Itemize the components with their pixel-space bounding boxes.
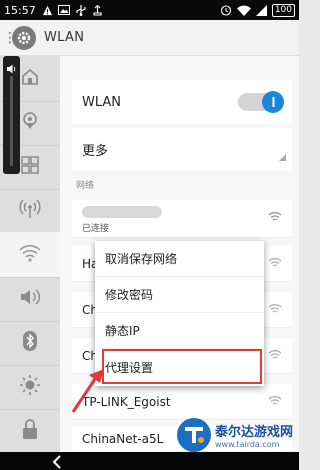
- watermark-url: www.tairda.com: [215, 440, 280, 449]
- site-watermark: 泰尔达游戏网 www.tairda.com: [177, 402, 297, 468]
- alarm-icon: [220, 4, 232, 16]
- watermark-name: 泰尔达游戏网: [215, 425, 294, 440]
- back-arrow-icon[interactable]: [52, 454, 62, 470]
- sidebar-item-hotspot[interactable]: [0, 188, 60, 234]
- wifi-signal-icon: [268, 211, 282, 225]
- more-row[interactable]: 更多: [72, 128, 292, 170]
- status-right-icons: 100: [220, 3, 295, 17]
- status-left-icons: [42, 4, 103, 16]
- network-row-connected[interactable]: 已连接: [72, 200, 292, 238]
- wifi-signal-icon: [268, 349, 282, 363]
- wlan-switch[interactable]: [238, 91, 284, 113]
- corner-indicator-icon: [279, 150, 286, 165]
- bluetooth-icon: [21, 330, 39, 356]
- wifi-signal-icon: [268, 303, 282, 317]
- watermark-logo-icon: [177, 418, 211, 452]
- menu-item-static-ip[interactable]: 静态IP: [95, 313, 264, 349]
- menu-item-forget-network[interactable]: 取消保存网络: [95, 241, 264, 277]
- status-time: 15:57: [4, 3, 36, 17]
- highlight-box: [102, 349, 262, 384]
- lock-icon: [20, 418, 40, 444]
- wlan-label: WLAN: [82, 94, 122, 110]
- wifi-icon: [19, 244, 41, 266]
- connected-status: 已连接: [82, 224, 110, 234]
- wlan-toggle-row[interactable]: WLAN: [72, 80, 292, 124]
- usb-debug-icon: [92, 4, 103, 16]
- sidebar-item-brightness[interactable]: [0, 364, 60, 410]
- settings-gear-icon[interactable]: [12, 25, 36, 50]
- drag-handle-icon[interactable]: ⋮: [3, 31, 17, 45]
- home-icon: [20, 67, 40, 91]
- menu-item-modify-password[interactable]: 修改密码: [95, 277, 264, 313]
- switch-knob: [262, 91, 284, 113]
- wifi-icon: [236, 5, 251, 16]
- wifi-signal-icon: [268, 257, 282, 271]
- sidebar-item-volume[interactable]: [0, 276, 60, 322]
- volume-icon: [19, 288, 41, 310]
- image-icon: [57, 5, 70, 15]
- annotation-arrow-icon: [70, 368, 106, 418]
- brightness-icon: [19, 374, 41, 400]
- battery-indicator: 100: [271, 3, 295, 17]
- section-label-networks: 网络: [76, 181, 95, 191]
- sidebar-item-lock[interactable]: [0, 408, 60, 454]
- apps-icon: [20, 155, 40, 179]
- usb-icon: [75, 4, 87, 16]
- app-header: ⋮ WLAN: [0, 20, 299, 56]
- sidebar-item-wifi[interactable]: [0, 232, 60, 278]
- status-bar: 15:57 100: [0, 0, 299, 20]
- more-label: 更多: [82, 143, 109, 159]
- network-ssid: ChinaNet-a5L: [82, 432, 164, 446]
- watermark-text: 泰尔达游戏网 www.tairda.com: [215, 421, 293, 449]
- signal-icon: [255, 4, 267, 16]
- location-icon: [20, 111, 40, 135]
- warning-icon: [42, 5, 53, 16]
- volume-slider-popup[interactable]: [3, 56, 20, 174]
- hotspot-icon: [19, 199, 41, 223]
- sidebar-item-bluetooth[interactable]: [0, 320, 60, 366]
- volume-track[interactable]: [10, 76, 13, 166]
- page-title: WLAN: [44, 30, 85, 45]
- blurred-ssid: [82, 206, 162, 218]
